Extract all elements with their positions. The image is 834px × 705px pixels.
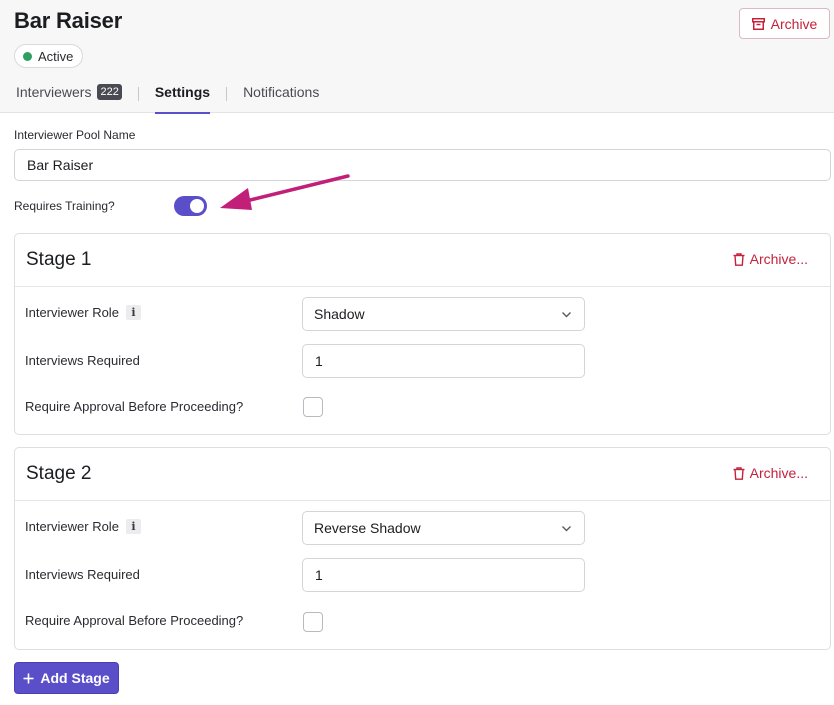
require-approval-checkbox[interactable] bbox=[303, 397, 323, 417]
requires-training-toggle[interactable] bbox=[174, 196, 207, 216]
interviews-required-input[interactable] bbox=[302, 558, 585, 592]
stage-title: Stage 2 bbox=[26, 463, 92, 484]
annotation-arrow-icon bbox=[220, 174, 350, 210]
interviewer-role-label: Interviewer Role i bbox=[25, 305, 141, 320]
status-badge: Active bbox=[14, 44, 84, 68]
add-stage-label: Add Stage bbox=[40, 670, 110, 686]
page-title: Bar Raiser bbox=[14, 8, 123, 33]
pool-name-input[interactable] bbox=[14, 149, 831, 181]
toggle-knob bbox=[190, 199, 204, 213]
plus-icon bbox=[23, 673, 34, 683]
stage-header: Stage 2 Archive... bbox=[15, 448, 830, 501]
stage-header: Stage 1 Archive... bbox=[15, 234, 830, 287]
interviewer-role-value: Reverse Shadow bbox=[314, 520, 421, 536]
require-approval-checkbox[interactable] bbox=[303, 612, 323, 632]
tab-label: Interviewers bbox=[16, 84, 92, 100]
stage-title: Stage 1 bbox=[26, 249, 92, 270]
archive-button-label: Archive bbox=[770, 15, 818, 32]
info-icon[interactable]: i bbox=[125, 305, 141, 320]
require-approval-label: Require Approval Before Proceeding? bbox=[25, 613, 244, 628]
interviews-required-label: Interviews Required bbox=[25, 567, 140, 582]
interviewer-role-select[interactable]: Shadow bbox=[302, 297, 585, 331]
page-header: Bar Raiser Active Archive Interviewers 2… bbox=[0, 0, 834, 114]
chevron-down-icon bbox=[562, 526, 571, 532]
tab-label: Settings bbox=[154, 84, 211, 100]
interviews-required-label: Interviews Required bbox=[25, 353, 140, 368]
trash-icon bbox=[733, 466, 745, 480]
tab-label: Notifications bbox=[243, 84, 320, 100]
interviewer-role-value: Shadow bbox=[314, 306, 365, 322]
add-stage-button[interactable]: Add Stage bbox=[14, 662, 119, 694]
stage-card-2: Stage 2 Archive... Interviewer Role i Re… bbox=[14, 447, 831, 650]
status-label: Active bbox=[38, 48, 74, 64]
tab-interviewers[interactable]: Interviewers 222 bbox=[16, 80, 122, 113]
interviewer-role-text: Interviewer Role bbox=[25, 305, 119, 320]
interviews-required-input[interactable] bbox=[302, 344, 585, 378]
stage-archive-label: Archive... bbox=[749, 251, 808, 267]
archive-box-icon bbox=[751, 17, 765, 30]
tab-bar: Interviewers 222 Settings Notifications bbox=[16, 80, 319, 114]
require-approval-label: Require Approval Before Proceeding? bbox=[25, 399, 244, 414]
interviewer-role-text: Interviewer Role bbox=[25, 519, 119, 534]
pool-name-label: Interviewer Pool Name bbox=[14, 128, 136, 142]
stage-archive-button[interactable]: Archive... bbox=[733, 465, 808, 481]
interviewer-role-select[interactable]: Reverse Shadow bbox=[302, 511, 585, 545]
archive-button[interactable]: Archive bbox=[739, 8, 830, 39]
tab-settings[interactable]: Settings bbox=[154, 80, 211, 114]
requires-training-label: Requires Training? bbox=[14, 199, 115, 213]
trash-icon bbox=[733, 252, 745, 266]
interviewer-role-label: Interviewer Role i bbox=[25, 519, 141, 534]
tab-notifications[interactable]: Notifications bbox=[243, 80, 319, 113]
tab-count-badge: 222 bbox=[97, 84, 122, 100]
status-dot-icon bbox=[23, 51, 32, 61]
stage-archive-label: Archive... bbox=[749, 465, 808, 481]
tab-divider bbox=[226, 87, 228, 101]
tab-divider bbox=[137, 87, 139, 101]
stage-card-1: Stage 1 Archive... Interviewer Role i Sh… bbox=[14, 233, 831, 435]
info-icon[interactable]: i bbox=[125, 519, 141, 534]
stage-archive-button[interactable]: Archive... bbox=[733, 251, 808, 267]
chevron-down-icon bbox=[562, 312, 571, 318]
